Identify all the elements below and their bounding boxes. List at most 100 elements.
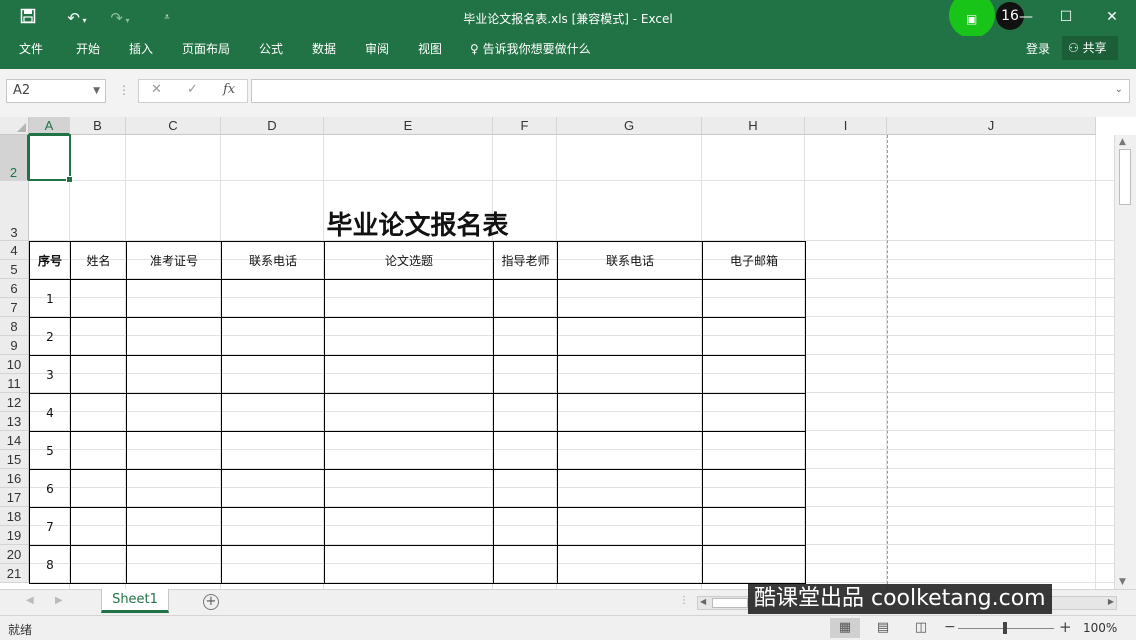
column-header-d[interactable]: D: [221, 117, 324, 135]
row-header-14[interactable]: 14: [0, 431, 29, 450]
row-header-8[interactable]: 8: [0, 317, 29, 336]
row-header-13[interactable]: 13: [0, 412, 29, 431]
cell-advisor-phone[interactable]: [557, 545, 703, 584]
page-layout-view-icon[interactable]: ▤: [868, 618, 898, 638]
cell-phone[interactable]: [221, 317, 325, 356]
name-box[interactable]: A2 ▼: [6, 79, 106, 103]
plus-icon[interactable]: +: [203, 594, 219, 610]
cell-name[interactable]: [70, 393, 127, 432]
cell-name[interactable]: [70, 545, 127, 584]
cell-topic[interactable]: [324, 507, 494, 546]
row-header-20[interactable]: 20: [0, 545, 29, 564]
column-header-i[interactable]: I: [805, 117, 887, 135]
row-header-7[interactable]: 7: [0, 298, 29, 317]
cell-exam-id[interactable]: [126, 393, 222, 432]
share-button[interactable]: ⚇ 共享: [1062, 36, 1118, 60]
row-header-21[interactable]: 21: [0, 564, 29, 583]
column-header-f[interactable]: F: [493, 117, 557, 135]
row-header-4[interactable]: 4: [0, 241, 29, 260]
cell-topic[interactable]: [324, 355, 494, 394]
cell-advisor[interactable]: [493, 469, 558, 508]
cell-phone[interactable]: [221, 507, 325, 546]
header-email[interactable]: 电子邮箱: [702, 241, 806, 280]
cell-email[interactable]: [702, 317, 806, 356]
header-name[interactable]: 姓名: [70, 241, 127, 280]
header-exam-id[interactable]: 准考证号: [126, 241, 222, 280]
normal-view-icon[interactable]: ▦: [830, 618, 860, 638]
cancel-icon[interactable]: ✕: [151, 82, 162, 97]
tab-split-grip-icon[interactable]: ⋮: [679, 595, 689, 606]
cell-serial[interactable]: 8: [29, 545, 71, 584]
cell-advisor[interactable]: [493, 279, 558, 318]
column-header-e[interactable]: E: [324, 117, 493, 135]
cell-advisor[interactable]: [493, 507, 558, 546]
cell-name[interactable]: [70, 355, 127, 394]
cell-serial[interactable]: 2: [29, 317, 71, 356]
cell-topic[interactable]: [324, 317, 494, 356]
cell-advisor-phone[interactable]: [557, 355, 703, 394]
row-header-2[interactable]: 2: [0, 135, 29, 181]
chevron-down-icon[interactable]: ▼: [93, 80, 100, 102]
cell-topic[interactable]: [324, 279, 494, 318]
tab-view[interactable]: 视图: [418, 40, 442, 57]
sheet-title[interactable]: 毕业论文报名表: [30, 205, 805, 242]
header-phone[interactable]: 联系电话: [221, 241, 325, 280]
row-header-11[interactable]: 11: [0, 374, 29, 393]
horizontal-scroll-thumb[interactable]: [712, 598, 748, 608]
sheet-tab[interactable]: Sheet1: [101, 589, 169, 613]
cell-serial[interactable]: 5: [29, 431, 71, 470]
header-serial[interactable]: 序号: [29, 241, 71, 280]
cell-serial[interactable]: 1: [29, 279, 71, 318]
vertical-scroll-thumb[interactable]: [1119, 149, 1131, 205]
cell-phone[interactable]: [221, 279, 325, 318]
cell-advisor-phone[interactable]: [557, 469, 703, 508]
prev-sheet-icon[interactable]: ◀: [26, 595, 34, 606]
scroll-up-icon[interactable]: ▲: [1119, 137, 1126, 147]
tab-insert[interactable]: 插入: [129, 40, 153, 57]
maximize-icon[interactable]: ☐: [1055, 6, 1077, 28]
cell-phone[interactable]: [221, 355, 325, 394]
cell-serial[interactable]: 7: [29, 507, 71, 546]
cell-name[interactable]: [70, 507, 127, 546]
cell-serial[interactable]: 6: [29, 469, 71, 508]
cell-email[interactable]: [702, 469, 806, 508]
cell-advisor-phone[interactable]: [557, 431, 703, 470]
tab-home[interactable]: 开始: [76, 40, 100, 57]
header-advisor[interactable]: 指导老师: [493, 241, 558, 280]
minimize-icon[interactable]: —: [1015, 6, 1037, 28]
worksheet-grid[interactable]: ABCDEFGHIJ 2 3 4 5 6 7 8 9 10 11 12 13 14 15 16 17 18 19 2…: [0, 117, 1136, 589]
row-header-17[interactable]: 17: [0, 488, 29, 507]
login-link[interactable]: 登录: [1026, 40, 1050, 57]
tell-me-search[interactable]: ♀ 告诉我你想要做什么: [470, 40, 591, 57]
cell-advisor[interactable]: [493, 317, 558, 356]
tab-file[interactable]: 文件: [19, 40, 43, 57]
next-sheet-icon[interactable]: ▶: [55, 595, 63, 606]
cell-name[interactable]: [70, 431, 127, 470]
row-header-5[interactable]: 5: [0, 260, 29, 279]
ribbon-display-button[interactable]: ▣: [949, 0, 995, 38]
cell-phone[interactable]: [221, 393, 325, 432]
tab-page-layout[interactable]: 页面布局: [182, 40, 230, 57]
row-header-18[interactable]: 18: [0, 507, 29, 526]
zoom-level[interactable]: 100%: [1083, 621, 1117, 635]
cell-exam-id[interactable]: [126, 355, 222, 394]
row-header-10[interactable]: 10: [0, 355, 29, 374]
zoom-in-icon[interactable]: +: [1059, 618, 1072, 636]
insert-function-icon[interactable]: fx: [223, 82, 235, 97]
cell-advisor[interactable]: [493, 431, 558, 470]
close-icon[interactable]: ✕: [1101, 6, 1123, 28]
row-header-12[interactable]: 12: [0, 393, 29, 412]
cell-advisor-phone[interactable]: [557, 393, 703, 432]
cell-phone[interactable]: [221, 431, 325, 470]
row-header-16[interactable]: 16: [0, 469, 29, 488]
cell-advisor-phone[interactable]: [557, 317, 703, 356]
page-break-preview-icon[interactable]: ◫: [906, 618, 936, 638]
cell-exam-id[interactable]: [126, 317, 222, 356]
cell-email[interactable]: [702, 431, 806, 470]
zoom-out-icon[interactable]: −: [944, 619, 956, 635]
cell-advisor[interactable]: [493, 545, 558, 584]
column-header-c[interactable]: C: [126, 117, 221, 135]
select-all-corner[interactable]: [0, 117, 29, 135]
cell-exam-id[interactable]: [126, 545, 222, 584]
cell-serial[interactable]: 3: [29, 355, 71, 394]
